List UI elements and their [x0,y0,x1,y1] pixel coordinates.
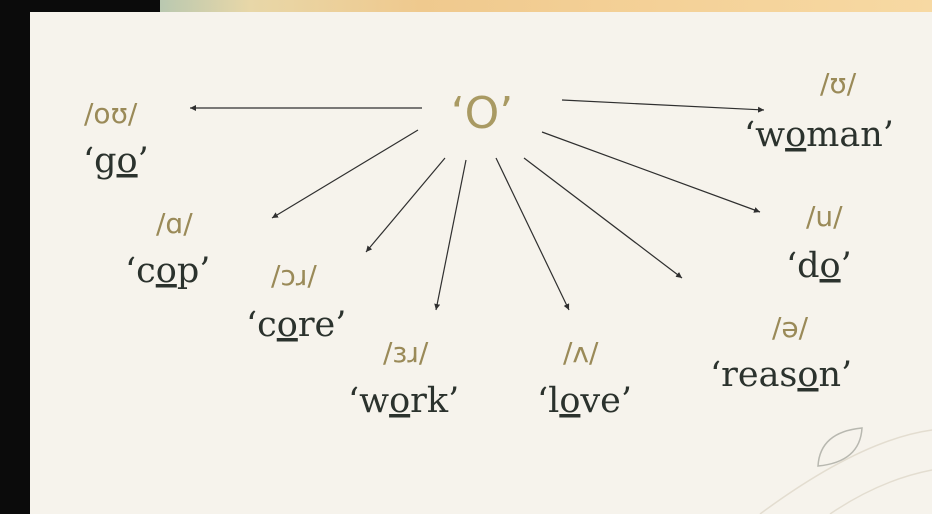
arrow-to-reason [523,157,683,279]
arrow-to-woman [561,99,765,113]
word-do: ‘do’ [786,246,852,286]
leaf-icon [817,427,863,467]
ipa-do: /u/ [806,200,843,233]
ipa-love: /ʌ/ [563,336,599,369]
ipa-go: /oʊ/ [84,97,138,130]
decorative-curve [759,429,932,514]
word-cop: ‘cop’ [125,251,210,291]
arrow-to-core [365,157,446,253]
ipa-woman: /ʊ/ [820,67,857,100]
ipa-core: /ɔɹ/ [271,259,317,292]
ipa-reason: /ə/ [772,311,809,344]
word-woman: ‘woman’ [744,115,894,155]
arrow-to-do [541,131,761,213]
ipa-cop: /ɑ/ [156,207,193,240]
decorative-curve [829,469,932,514]
word-core: ‘core’ [246,305,346,345]
vowel-diagram: ‘O’ /oʊ/ ‘go’ /ɑ/ ‘cop’ /ɔɹ/ ‘core’ /ɜɹ/… [83,67,932,514]
word-love: ‘love’ [537,381,632,421]
center-letter: ‘O’ [451,88,514,139]
arrow-to-love [495,157,570,311]
arrow-to-work [434,159,467,311]
arrow-to-cop [271,129,419,219]
word-reason: ‘reason’ [710,355,852,395]
word-work: ‘work’ [348,381,459,421]
word-go: ‘go’ [83,141,149,181]
ipa-work: /ɜɹ/ [383,336,429,369]
